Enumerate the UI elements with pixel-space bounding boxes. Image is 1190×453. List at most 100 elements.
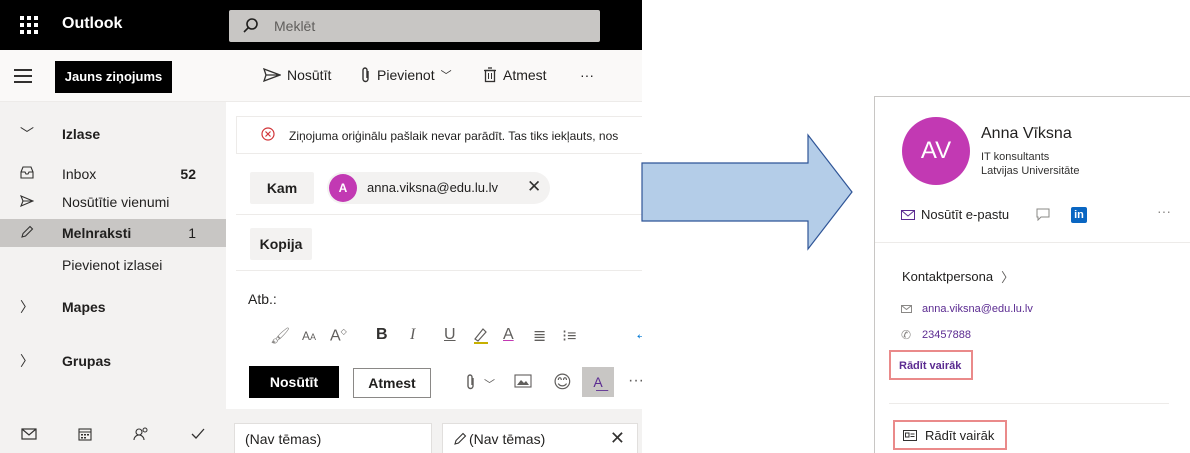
format-painter-icon[interactable]: 🖌 [270,326,290,346]
error-icon [261,127,275,141]
pencil-icon [453,432,467,449]
attach-icon[interactable] [466,374,476,395]
contact-avatar: AV [902,117,970,185]
editor-icon[interactable]: A͟ [582,367,614,397]
more-commands-button[interactable]: ··· [580,67,594,83]
more-options-button[interactable]: ··· [1157,203,1171,219]
draft-tab-active[interactable]: (Nav tēmas) ✕ [442,423,638,453]
compose-pane: Ziņojuma oriģinālu pašlaik nevar parādīt… [226,102,642,453]
app-title[interactable]: Outlook [62,15,122,33]
subject-field[interactable]: Atb.: [248,291,277,307]
contact-organization: Latvijas Universitāte [981,165,1080,177]
contact-email: anna.viksna@edu.lu.lv [922,303,1033,315]
contact-phone: 23457888 [922,329,971,341]
to-button[interactable]: Kam [250,172,314,204]
send-icon [263,68,281,82]
discard-command-label: Atmest [503,67,547,83]
draft-tab[interactable]: (Nav tēmas) [234,423,432,453]
people-icon[interactable] [132,427,149,441]
send-email-button[interactable]: Nosūtīt e-pastu [901,207,1009,222]
send-icon [20,194,36,210]
draft-tab-title: (Nav tēmas) [245,431,322,447]
nav-favorites[interactable]: ﹀ Izlase [0,120,226,148]
tasks-icon[interactable] [190,427,206,441]
app-launcher-icon[interactable] [18,14,40,36]
attach-command[interactable]: Pievienot ﹀ [361,67,452,83]
emoji-icon[interactable]: 😊 [553,372,572,393]
nav-groups-label: Grupas [62,353,112,369]
send-command-label: Nosūtīt [287,67,332,83]
top-bar: Outlook Meklēt [0,0,642,50]
show-more-button[interactable]: Rādīt vairāk [893,420,1007,450]
contact-section-header[interactable]: Kontaktpersona 〉 [902,267,1014,286]
discard-button[interactable]: Atmest [353,368,431,398]
contact-email-row[interactable]: anna.viksna@edu.lu.lv [901,302,1033,316]
chevron-down-icon: ﹀ [20,126,34,142]
command-bar: Jauns ziņojums Nosūtīt Pievienot ﹀ Atmes… [0,50,642,102]
outlook-window: Outlook Meklēt Jauns ziņojums Nosūtīt Pi… [0,0,642,453]
nav-folders-label: Mapes [62,299,106,315]
chevron-right-icon: 〉 [20,299,34,315]
contact-card-icon [903,429,917,441]
calendar-icon[interactable] [77,427,92,441]
error-banner: Ziņojuma oriģinālu pašlaik nevar parādīt… [236,116,642,154]
contact-job-title: IT konsultants [981,151,1050,163]
right-arrow-icon [641,133,853,251]
divider [236,214,642,215]
formatting-toolbar: 🖌 AA A◇ B I U A ≣ ⁝≡ ← [226,320,642,350]
nav-item-inbox-label: Inbox [62,166,97,182]
pencil-icon [20,225,36,241]
chat-icon[interactable] [1036,208,1050,221]
linkedin-icon[interactable]: in [1071,207,1087,223]
cc-button[interactable]: Kopija [250,228,312,260]
nav-item-inbox[interactable]: Inbox 52 [0,160,226,188]
show-more-link[interactable]: Rādīt vairāk [889,350,973,380]
font-color-icon[interactable]: A [503,326,514,344]
close-tab-icon[interactable]: ✕ [610,428,625,449]
bold-icon[interactable]: B [376,326,388,344]
contact-section-title: Kontaktpersona [902,269,994,284]
new-message-button[interactable]: Jauns ziņojums [55,61,172,93]
nav-favorites-label: Izlase [62,126,101,142]
nav-add-favorite-label: Pievienot izlasei [62,257,163,273]
nav-add-favorite[interactable]: Pievienot izlasei [0,251,226,279]
grow-font-icon[interactable]: A◇ [330,327,347,345]
drafts-count: 1 [188,225,196,241]
send-button[interactable]: Nosūtīt [249,366,339,398]
image-icon[interactable] [514,374,532,393]
nav-item-drafts-label: Melnraksti [62,225,132,241]
recipient-chip[interactable]: A anna.viksna@edu.lu.lv ✕ [327,172,550,204]
font-size-icon[interactable]: AA [302,329,316,343]
contact-phone-row[interactable]: ✆ 23457888 [901,328,971,342]
underline-icon[interactable]: U [444,326,456,344]
italic-icon[interactable]: I [410,326,415,344]
discard-command[interactable]: Atmest [483,67,547,83]
recipient-email: anna.viksna@edu.lu.lv [367,180,498,195]
outdent-icon[interactable]: ← [634,326,642,344]
nav-item-sent[interactable]: Nosūtītie vienumi [0,188,226,216]
chevron-down-icon[interactable]: ﹀ [484,376,495,392]
search-input[interactable]: Meklēt [274,18,315,34]
divider [889,403,1169,404]
error-message: Ziņojuma oriģinālu pašlaik nevar parādīt… [289,129,619,143]
nav-item-drafts[interactable]: Melnraksti 1 [0,219,226,247]
numbering-icon[interactable]: ⁝≡ [562,326,576,346]
navigation-pane: ﹀ Izlase Inbox 52 Nosūtītie vienumi Meln… [0,102,226,453]
search-box[interactable]: Meklēt [229,10,600,42]
highlight-icon[interactable] [472,326,490,349]
menu-icon[interactable] [14,69,32,83]
nav-groups[interactable]: 〉 Grupas [0,347,226,375]
bullets-icon[interactable]: ≣ [533,326,546,346]
inbox-unread-count: 52 [180,166,196,182]
chevron-down-icon: ﹀ [440,70,452,82]
more-options-icon[interactable]: ··· [628,372,642,390]
divider [875,242,1190,243]
recipient-avatar: A [329,174,357,202]
remove-recipient-icon[interactable]: ✕ [527,177,541,197]
paperclip-icon [362,67,369,83]
send-command[interactable]: Nosūtīt [263,67,331,83]
phone-icon: ✆ [901,328,912,342]
mail-icon[interactable] [20,428,37,440]
mail-icon [901,209,915,220]
nav-folders[interactable]: 〉 Mapes [0,293,226,321]
